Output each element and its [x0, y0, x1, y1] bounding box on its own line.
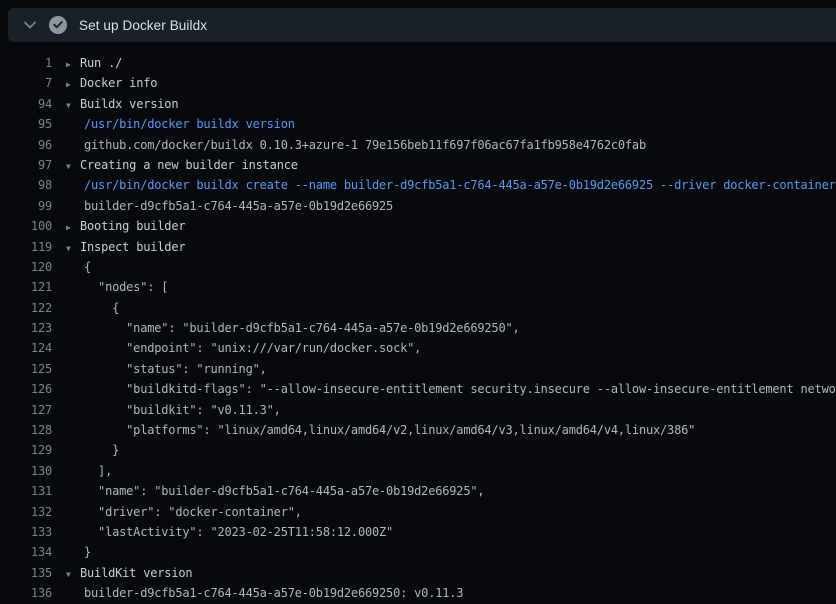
log-row: 124 "endpoint": "unix:///var/run/docker.… [0, 338, 836, 358]
line-number[interactable]: 120 [0, 257, 52, 277]
output-text: } [66, 542, 91, 562]
line-number[interactable]: 128 [0, 420, 52, 440]
command-text: /usr/bin/docker buildx version [66, 114, 295, 134]
log-row: 122 { [0, 298, 836, 318]
triangle-right-icon[interactable]: ▶ [66, 218, 80, 236]
group-title[interactable]: Booting builder [80, 216, 185, 236]
line-number[interactable]: 134 [0, 542, 52, 562]
line-number[interactable]: 100 [0, 216, 52, 236]
line-number[interactable]: 98 [0, 175, 52, 195]
group-title[interactable]: Inspect builder [80, 237, 185, 257]
log-row: 136 builder-d9cfb5a1-c764-445a-a57e-0b19d… [0, 583, 836, 603]
command-text: /usr/bin/docker buildx create --name bui… [66, 175, 836, 195]
line-number[interactable]: 124 [0, 338, 52, 358]
line-number[interactable]: 131 [0, 481, 52, 501]
line-number[interactable]: 96 [0, 135, 52, 155]
output-text: } [66, 440, 119, 460]
log-row: 127 "buildkit": "v0.11.3", [0, 400, 836, 420]
log-output: 1▶Run ./7▶Docker info94▼Buildx version95… [0, 42, 836, 604]
line-number[interactable]: 99 [0, 196, 52, 216]
line-number[interactable]: 129 [0, 440, 52, 460]
line-number[interactable]: 132 [0, 502, 52, 522]
log-row: 96 github.com/docker/buildx 0.10.3+azure-… [0, 135, 836, 155]
group-title[interactable]: Buildx version [80, 94, 178, 114]
line-number[interactable]: 123 [0, 318, 52, 338]
log-row: 98/usr/bin/docker buildx create --name b… [0, 175, 836, 195]
log-row: 135 ▼BuildKit version [0, 563, 836, 583]
triangle-down-icon[interactable]: ▼ [66, 96, 80, 114]
line-number[interactable]: 126 [0, 379, 52, 399]
log-row: 132 "driver": "docker-container", [0, 502, 836, 522]
log-row: 126 "buildkitd-flags": "--allow-insecure… [0, 379, 836, 399]
line-number[interactable]: 119 [0, 237, 52, 257]
step-title: Set up Docker Buildx [79, 18, 207, 33]
output-text: "buildkitd-flags": "--allow-insecure-ent… [66, 379, 836, 399]
output-text: "lastActivity": "2023-02-25T11:58:12.000… [66, 522, 393, 542]
group-title[interactable]: Creating a new builder instance [80, 155, 298, 175]
line-number[interactable]: 135 [0, 563, 52, 583]
group-title[interactable]: Run ./ [80, 53, 122, 73]
output-text: github.com/docker/buildx 0.10.3+azure-1 … [66, 135, 646, 155]
log-row: 1 ▶Run ./ [0, 53, 836, 73]
log-row: 130 ], [0, 461, 836, 481]
output-text: builder-d9cfb5a1-c764-445a-a57e-0b19d2e6… [66, 583, 463, 603]
log-row: 125 "status": "running", [0, 359, 836, 379]
log-row: 128 "platforms": "linux/amd64,linux/amd6… [0, 420, 836, 440]
log-row: 7 ▶Docker info [0, 73, 836, 93]
output-text: ], [66, 461, 112, 481]
log-row: 123 "name": "builder-d9cfb5a1-c764-445a-… [0, 318, 836, 338]
output-text: "status": "running", [66, 359, 267, 379]
triangle-down-icon[interactable]: ▼ [66, 157, 80, 175]
triangle-right-icon[interactable]: ▶ [66, 55, 80, 73]
chevron-down-icon[interactable] [23, 18, 37, 32]
output-text: "name": "builder-d9cfb5a1-c764-445a-a57e… [66, 481, 484, 501]
log-row: 129 } [0, 440, 836, 460]
line-number[interactable]: 130 [0, 461, 52, 481]
check-circle-icon [49, 16, 67, 34]
line-number[interactable]: 133 [0, 522, 52, 542]
log-row: 99 builder-d9cfb5a1-c764-445a-a57e-0b19d2… [0, 196, 836, 216]
line-number[interactable]: 136 [0, 583, 52, 603]
output-text: { [66, 257, 91, 277]
line-number[interactable]: 127 [0, 400, 52, 420]
output-text: builder-d9cfb5a1-c764-445a-a57e-0b19d2e6… [66, 196, 393, 216]
log-row: 133 "lastActivity": "2023-02-25T11:58:12… [0, 522, 836, 542]
log-row: 119 ▼Inspect builder [0, 237, 836, 257]
log-row: 120 { [0, 257, 836, 277]
line-number[interactable]: 7 [0, 73, 52, 93]
triangle-down-icon[interactable]: ▼ [66, 239, 80, 257]
group-title[interactable]: Docker info [80, 73, 157, 93]
log-row: 134} [0, 542, 836, 562]
group-title[interactable]: BuildKit version [80, 563, 192, 583]
step-header[interactable]: Set up Docker Buildx [8, 8, 836, 42]
output-text: "buildkit": "v0.11.3", [66, 400, 281, 420]
output-text: "endpoint": "unix:///var/run/docker.sock… [66, 338, 421, 358]
log-row: 131 "name": "builder-d9cfb5a1-c764-445a-… [0, 481, 836, 501]
line-number[interactable]: 97 [0, 155, 52, 175]
output-text: "name": "builder-d9cfb5a1-c764-445a-a57e… [66, 318, 520, 338]
line-number[interactable]: 94 [0, 94, 52, 114]
output-text: { [66, 298, 119, 318]
output-text: "driver": "docker-container", [66, 502, 302, 522]
log-row: 94 ▼Buildx version [0, 94, 836, 114]
line-number[interactable]: 1 [0, 53, 52, 73]
log-row: 100 ▶Booting builder [0, 216, 836, 236]
log-row: 95/usr/bin/docker buildx version [0, 114, 836, 134]
triangle-down-icon[interactable]: ▼ [66, 565, 80, 583]
output-text: "nodes": [ [66, 277, 168, 297]
log-row: 97 ▼Creating a new builder instance [0, 155, 836, 175]
log-row: 121 "nodes": [ [0, 277, 836, 297]
triangle-right-icon[interactable]: ▶ [66, 75, 80, 93]
line-number[interactable]: 125 [0, 359, 52, 379]
line-number[interactable]: 122 [0, 298, 52, 318]
line-number[interactable]: 121 [0, 277, 52, 297]
line-number[interactable]: 95 [0, 114, 52, 134]
output-text: "platforms": "linux/amd64,linux/amd64/v2… [66, 420, 695, 440]
